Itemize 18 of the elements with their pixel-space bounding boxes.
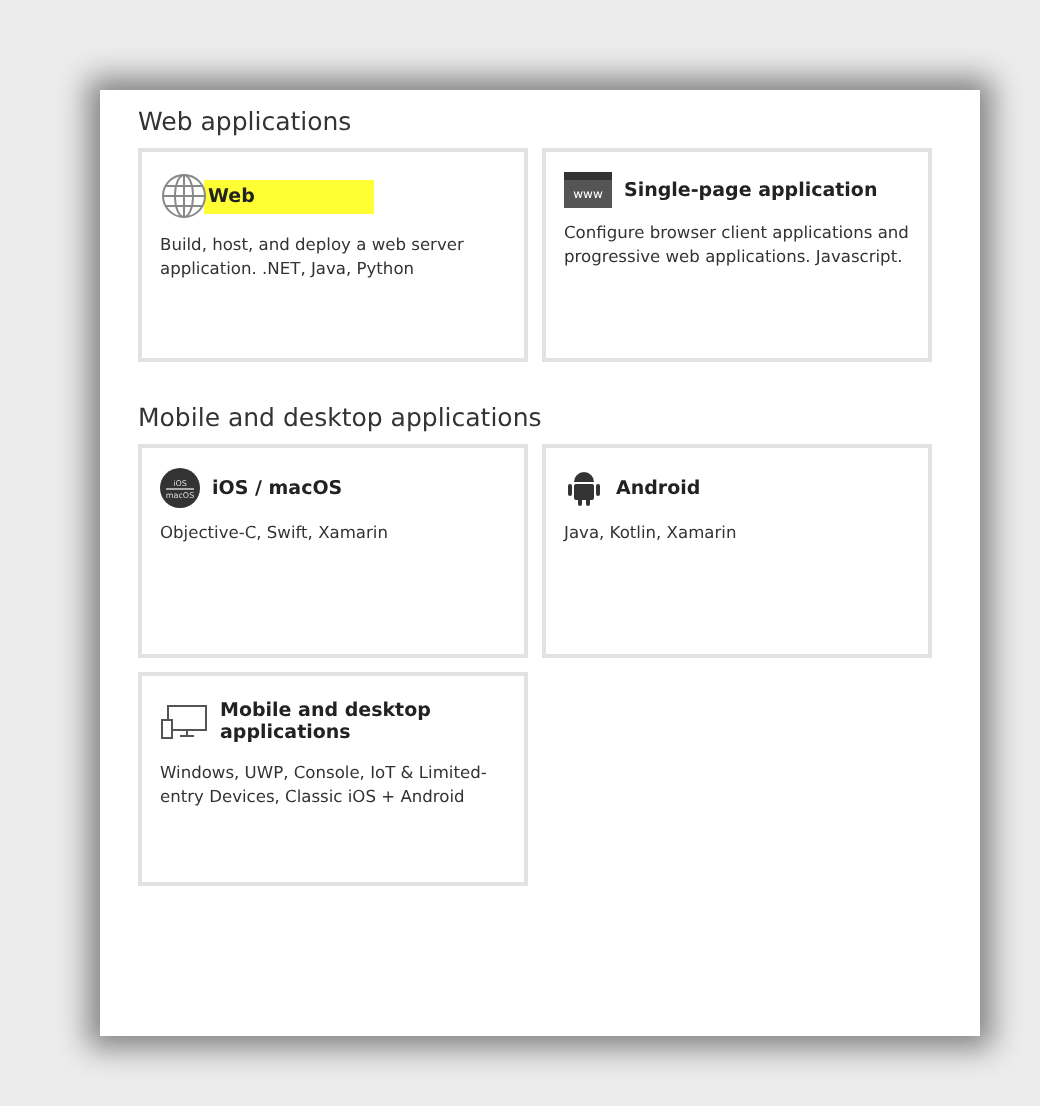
card-title: Android: [616, 475, 701, 503]
card-title: Web: [204, 179, 375, 213]
card-title: iOS / macOS: [212, 475, 343, 503]
app-type-card[interactable]: Mobile and desktop applications Windows, UWP, Console, IoT & Limited-entry Devices, Classic iOS + Android: [138, 672, 528, 886]
card-description: Windows, UWP, Console, IoT & Limited-entry Devices, Classic iOS + Android: [160, 760, 489, 808]
card-title: Single-page application: [624, 177, 878, 205]
card-description: Configure browser client applications and progressive web applications. Javascript.: [564, 220, 910, 268]
desktop-mobile-icon: [160, 702, 208, 742]
app-type-card[interactable]: Android Java, Kotlin, Xamarin: [542, 444, 932, 658]
android-icon: [564, 468, 604, 508]
section-title: Web applications: [138, 106, 354, 138]
card-description: Java, Kotlin, Xamarin: [564, 520, 739, 544]
section-title: Mobile and desktop applications: [138, 402, 544, 434]
card-description: Build, host, and deploy a web server application. .NET, Java, Python: [160, 232, 466, 280]
card-title: Mobile and desktop applications: [220, 698, 433, 748]
app-type-card[interactable]: Web Build, host, and deploy a web server application. .NET, Java, Python: [138, 148, 528, 362]
card-description: Objective-C, Swift, Xamarin: [160, 520, 390, 544]
globe-icon: [160, 172, 208, 220]
